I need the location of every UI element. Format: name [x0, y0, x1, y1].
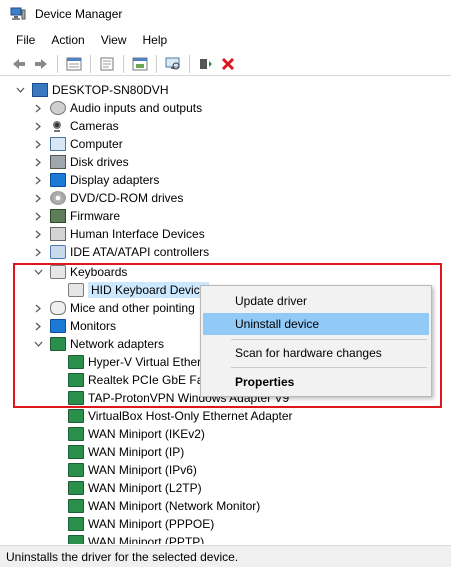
chevron-down-icon[interactable] — [14, 81, 26, 99]
chevron-down-icon[interactable] — [32, 335, 44, 353]
tree-category[interactable]: Audio inputs and outputs — [32, 99, 202, 117]
network-adapter-icon — [68, 391, 84, 405]
chevron-right-icon[interactable] — [32, 243, 44, 261]
tree-device[interactable]: WAN Miniport (IP) — [68, 443, 184, 461]
chevron-right-icon[interactable] — [32, 99, 44, 117]
dvd-drive-icon — [50, 191, 66, 205]
status-text: Uninstalls the driver for the selected d… — [6, 549, 239, 564]
menu-separator — [231, 367, 427, 368]
network-adapter-icon — [68, 517, 84, 531]
tree-category[interactable]: Human Interface Devices — [32, 225, 205, 243]
audio-icon — [50, 101, 66, 115]
toolbar-separator — [123, 54, 124, 73]
chevron-right-icon[interactable] — [32, 299, 44, 317]
tree-category[interactable]: Mice and other pointing — [32, 299, 195, 317]
tree-category[interactable]: IDE ATA/ATAPI controllers — [32, 243, 209, 261]
hid-icon — [50, 227, 66, 241]
tree-category-keyboards[interactable]: Keyboards — [32, 263, 127, 281]
context-menu: Update driver Uninstall device Scan for … — [200, 285, 432, 397]
tree-device[interactable]: WAN Miniport (L2TP) — [68, 479, 202, 497]
menu-uninstall-device[interactable]: Uninstall device — [203, 313, 429, 335]
network-adapter-icon — [68, 409, 84, 423]
network-adapter-icon — [68, 445, 84, 459]
uninstall-x-icon[interactable] — [217, 53, 239, 75]
keyboard-icon — [50, 265, 66, 279]
keyboard-icon — [68, 283, 84, 297]
chevron-right-icon[interactable] — [32, 207, 44, 225]
network-adapter-icon — [68, 355, 84, 369]
tree-device[interactable]: WAN Miniport (Network Monitor) — [68, 497, 260, 515]
menu-help[interactable]: Help — [135, 33, 176, 47]
help-icon[interactable] — [96, 53, 118, 75]
update-driver-icon[interactable] — [129, 53, 151, 75]
menu-file[interactable]: File — [8, 33, 43, 47]
disk-drive-icon — [50, 155, 66, 169]
tree-category[interactable]: Disk drives — [32, 153, 129, 171]
camera-icon — [50, 119, 66, 133]
device-manager-icon — [10, 7, 26, 21]
tree-device[interactable]: Realtek PCIe GbE Fan — [68, 371, 210, 389]
title-bar: Device Manager — [0, 0, 451, 28]
toolbar-separator — [90, 54, 91, 73]
firmware-icon — [50, 209, 66, 223]
add-device-icon[interactable] — [195, 53, 217, 75]
toolbar-separator — [57, 54, 58, 73]
status-bar: Uninstalls the driver for the selected d… — [0, 545, 451, 567]
toolbar-separator — [156, 54, 157, 73]
tree-category[interactable]: Computer — [32, 135, 123, 153]
network-adapter-icon — [50, 337, 66, 351]
display-adapter-icon — [50, 173, 66, 187]
chevron-right-icon[interactable] — [32, 153, 44, 171]
tree-category[interactable]: DVD/CD-ROM drives — [32, 189, 183, 207]
menu-bar: File Action View Help — [0, 29, 175, 51]
tree-device[interactable]: WAN Miniport (IPv6) — [68, 461, 197, 479]
tree-category[interactable]: Display adapters — [32, 171, 159, 189]
tree-category[interactable]: Firmware — [32, 207, 120, 225]
tree-device[interactable]: WAN Miniport (IKEv2) — [68, 425, 205, 443]
menu-separator — [231, 339, 427, 340]
toolbar-separator — [189, 54, 190, 73]
chevron-right-icon[interactable] — [32, 317, 44, 335]
chevron-right-icon[interactable] — [32, 189, 44, 207]
network-adapter-icon — [68, 499, 84, 513]
network-adapter-icon — [68, 535, 84, 544]
forward-arrow-icon[interactable] — [30, 53, 52, 75]
window-title: Device Manager — [35, 7, 123, 21]
ide-controller-icon — [50, 245, 66, 259]
tree-device[interactable]: WAN Miniport (PPPOE) — [68, 515, 214, 533]
menu-properties[interactable]: Properties — [203, 371, 429, 393]
computer-icon — [50, 137, 66, 151]
network-adapter-icon — [68, 427, 84, 441]
chevron-right-icon[interactable] — [32, 135, 44, 153]
back-arrow-icon[interactable] — [8, 53, 30, 75]
chevron-right-icon[interactable] — [32, 225, 44, 243]
chevron-down-icon[interactable] — [32, 263, 44, 281]
menu-scan-hardware[interactable]: Scan for hardware changes — [203, 342, 429, 364]
tree-category[interactable]: Monitors — [32, 317, 116, 335]
chevron-right-icon[interactable] — [32, 117, 44, 135]
tree-device[interactable]: WAN Miniport (PPTP) — [68, 533, 204, 544]
tree-device[interactable]: Hyper-V Virtual Ether — [68, 353, 201, 371]
network-adapter-icon — [68, 463, 84, 477]
tree-device[interactable]: VirtualBox Host-Only Ethernet Adapter — [68, 407, 293, 425]
network-adapter-icon — [68, 481, 84, 495]
tree-category-network[interactable]: Network adapters — [32, 335, 164, 353]
computer-icon — [32, 83, 48, 97]
menu-action[interactable]: Action — [43, 33, 92, 47]
tree-root-label: DESKTOP-SN80DVH — [52, 83, 169, 97]
monitor-icon — [50, 319, 66, 333]
menu-update-driver[interactable]: Update driver — [203, 290, 429, 312]
tree-device-hid-keyboard[interactable]: HID Keyboard Device — [68, 281, 210, 299]
network-adapter-icon — [68, 373, 84, 387]
properties-icon[interactable] — [63, 53, 85, 75]
tree-category[interactable]: Cameras — [32, 117, 119, 135]
chevron-right-icon[interactable] — [32, 171, 44, 189]
scan-hardware-icon[interactable] — [162, 53, 184, 75]
tree-root[interactable]: DESKTOP-SN80DVH — [14, 81, 168, 99]
menu-view[interactable]: View — [93, 33, 135, 47]
mouse-icon — [50, 301, 66, 315]
toolbar — [0, 52, 451, 76]
